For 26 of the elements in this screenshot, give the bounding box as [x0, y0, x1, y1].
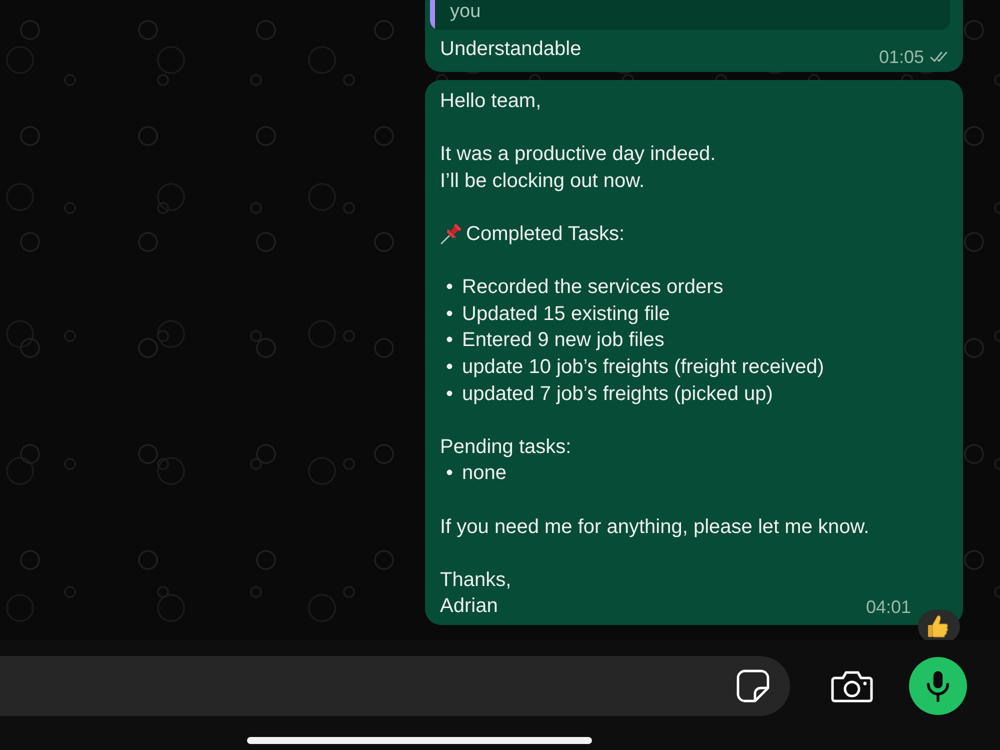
quoted-message[interactable]: you	[430, 0, 950, 30]
message-time: 04:01	[866, 597, 911, 617]
message-input-field[interactable]	[0, 656, 790, 716]
quoted-text: you	[450, 0, 481, 22]
list-item: • Updated 15 existing file	[445, 302, 670, 327]
pushpin-icon	[440, 223, 462, 246]
message-line: Pending tasks:	[440, 434, 572, 460]
message-line: Thanks,	[440, 568, 512, 593]
list-item: • none	[445, 461, 506, 486]
message-line: It was a productive day indeed.	[440, 142, 716, 168]
list-item: • Entered 9 new job files	[445, 328, 664, 354]
thumbs-up-reaction-icon[interactable]	[918, 610, 960, 640]
list-item: • Recorded the services orders	[445, 275, 724, 300]
microphone-icon	[924, 670, 952, 702]
camera-icon[interactable]	[830, 669, 874, 703]
message-line: Hello team,	[440, 89, 542, 114]
message-line: Adrian	[440, 594, 498, 620]
message-line: Completed Tasks:	[466, 222, 625, 248]
message-line: If you need me for anything, please let me know.	[440, 514, 870, 540]
message-time: 01:05	[878, 47, 924, 68]
message-line: I’ll be clocking out now.	[440, 168, 645, 194]
list-item: • updated 7 job’s freights (picked up)	[445, 382, 773, 407]
quote-accent-bar	[430, 0, 435, 30]
message-text: Understandable	[440, 36, 582, 62]
list-item: • update 10 job’s freights (freight received)	[445, 355, 824, 380]
sticker-icon[interactable]	[735, 668, 771, 704]
